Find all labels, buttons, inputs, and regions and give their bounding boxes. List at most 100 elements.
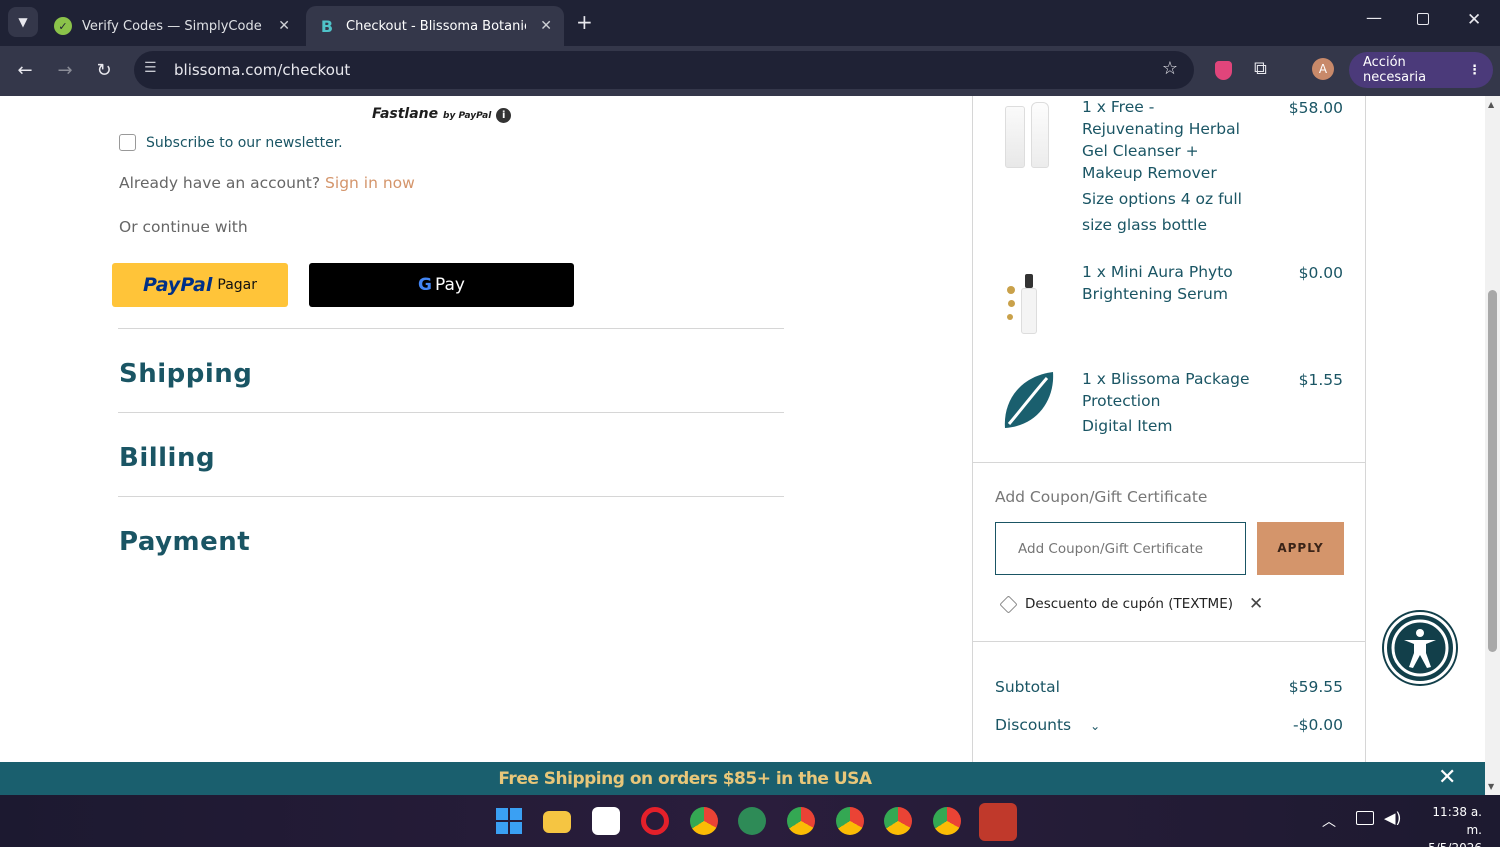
divider — [118, 412, 784, 413]
accessibility-icon[interactable] — [1384, 612, 1456, 684]
subtotal-label: Subtotal — [995, 678, 1060, 696]
chevron-down-icon: ▼ — [18, 15, 28, 29]
simplycodes-icon: ✓ — [54, 17, 72, 35]
item-title: 1 x Mini Aura Phyto Brightening Serum — [1082, 263, 1233, 303]
scroll-up-icon[interactable]: ▲ — [1488, 100, 1494, 109]
divider — [973, 462, 1365, 463]
tab-title: Checkout - Blissoma Botanical E — [346, 18, 526, 34]
item-price: $1.55 — [1298, 371, 1343, 389]
product-image-serum — [1005, 268, 1045, 338]
shipping-banner: Free Shipping on orders $85+ in the USA … — [0, 762, 1485, 795]
star-icon[interactable]: ☆ — [1162, 58, 1178, 79]
chrome-profile-icon[interactable] — [884, 807, 912, 835]
fastlane-logo: Fastlane by PayPal i — [372, 106, 512, 123]
more-vert-icon: ⋮ — [1468, 62, 1481, 78]
action-needed-button[interactable]: Acción necesaria ⋮ — [1349, 52, 1493, 88]
close-icon[interactable]: ✕ — [278, 18, 290, 34]
clock[interactable]: 11:38 a. m. 5/5/2026 — [1418, 803, 1482, 857]
coupon-input[interactable] — [995, 522, 1246, 575]
gpay-label: Pay — [435, 275, 465, 295]
divider — [118, 496, 784, 497]
sign-in-link[interactable]: Sign in now — [325, 174, 415, 192]
toolbar: ← → ↻ ☰ blissoma.com/checkout ☆ ⧉ A Acci… — [0, 46, 1500, 96]
arrow-left-icon: ← — [17, 60, 33, 81]
close-icon[interactable]: ✕ — [1438, 765, 1456, 790]
paypal-pagar-label: Pagar — [217, 277, 257, 293]
paypal-button[interactable]: PayPal Pagar — [112, 263, 288, 307]
arrow-right-icon: → — [57, 60, 73, 81]
restore-button[interactable] — [1417, 13, 1429, 25]
discounts-label: Discounts — [995, 716, 1072, 734]
minimize-button[interactable]: — — [1366, 8, 1382, 27]
newsletter-checkbox[interactable] — [119, 134, 136, 151]
address-bar[interactable]: ☰ blissoma.com/checkout ☆ — [134, 51, 1194, 89]
taskbar: ︿ ◀) 11:38 a. m. 5/5/2026 — [0, 795, 1500, 855]
item-price: $58.00 — [1288, 99, 1343, 117]
reload-icon: ↻ — [96, 60, 112, 81]
action-needed-label: Acción necesaria — [1363, 55, 1427, 85]
tab-search-button[interactable]: ▼ — [8, 7, 38, 37]
network-app-icon[interactable] — [738, 807, 766, 835]
account-prompt-text: Already have an account? — [119, 174, 321, 192]
new-tab-button[interactable]: + — [576, 10, 593, 34]
tray-chevron-icon[interactable]: ︿ — [1322, 811, 1336, 831]
section-billing[interactable]: Billing — [119, 443, 215, 473]
store-icon[interactable] — [592, 807, 620, 835]
url-text: blissoma.com/checkout — [174, 61, 351, 79]
order-summary: 1 x Free - Rejuvenating Herbal Gel Clean… — [972, 96, 1366, 762]
chrome-profile-icon[interactable] — [787, 807, 815, 835]
blissoma-favicon-icon: B — [320, 16, 334, 36]
tab-title: Verify Codes — SimplyCodes — [82, 18, 262, 34]
chrome-profile-icon[interactable] — [836, 807, 864, 835]
checkout-page: Fastlane by PayPal i Subscribe to our ne… — [0, 96, 1485, 762]
file-explorer-icon[interactable] — [543, 811, 571, 833]
chevron-down-icon: ⌄ — [1090, 719, 1101, 733]
tag-icon — [999, 594, 1018, 614]
close-icon[interactable]: ✕ — [540, 18, 552, 34]
tab-bar: ▼ ✓ Verify Codes — SimplyCodes ✕ B Check… — [0, 0, 1500, 46]
back-button[interactable]: ← — [13, 59, 37, 83]
item-price: $0.00 — [1298, 264, 1343, 282]
discounts-toggle[interactable]: Discounts ⌄ — [995, 716, 1100, 734]
volume-icon[interactable]: ◀) — [1384, 809, 1401, 827]
paypal-logo: PayPal — [142, 274, 213, 296]
google-g-icon: G — [418, 275, 432, 295]
scroll-down-icon[interactable]: ▼ — [1488, 782, 1494, 791]
section-shipping[interactable]: Shipping — [119, 359, 252, 389]
app-icon-active[interactable] — [979, 803, 1017, 841]
tab-blissoma[interactable]: B Checkout - Blissoma Botanical E ✕ — [306, 6, 564, 46]
close-window-button[interactable]: ✕ — [1467, 10, 1481, 30]
fastlane-label: Fastlane — [372, 106, 439, 122]
fastlane-by-label: by PayPal — [443, 111, 492, 121]
item-title: 1 x Free - Rejuvenating Herbal Gel Clean… — [1082, 98, 1240, 182]
site-info-icon[interactable]: ☰ — [144, 60, 157, 76]
network-icon[interactable] — [1356, 811, 1374, 825]
coupon-heading: Add Coupon/Gift Certificate — [995, 488, 1208, 506]
chrome-profile-icon[interactable] — [933, 807, 961, 835]
google-pay-button[interactable]: G Pay — [309, 263, 574, 307]
shield-extension-icon[interactable] — [1215, 61, 1232, 80]
reload-button[interactable]: ↻ — [92, 59, 116, 83]
section-payment[interactable]: Payment — [119, 527, 250, 557]
scrollbar-thumb[interactable] — [1488, 290, 1497, 652]
scrollbar[interactable]: ▲ ▼ — [1485, 96, 1500, 795]
blissoma-leaf-icon — [1001, 370, 1055, 430]
date: 5/5/2026 — [1428, 841, 1482, 855]
continue-with-label: Or continue with — [119, 218, 248, 236]
item-option: Digital Item — [1082, 417, 1173, 435]
account-prompt: Already have an account? Sign in now — [119, 174, 415, 192]
windows-start-icon[interactable] — [495, 807, 523, 835]
opera-icon[interactable] — [641, 807, 669, 835]
apply-button[interactable]: APPLY — [1257, 522, 1344, 575]
chrome-icon[interactable] — [690, 807, 718, 835]
time: 11:38 a. m. — [1432, 805, 1482, 837]
avatar[interactable]: A — [1312, 58, 1334, 80]
close-icon[interactable]: ✕ — [1249, 594, 1263, 614]
banner-text: Free Shipping on orders $85+ in the USA — [498, 769, 872, 789]
forward-button[interactable]: → — [53, 59, 77, 83]
item-option: Size options 4 oz full size glass bottle — [1082, 190, 1242, 234]
newsletter-label: Subscribe to our newsletter. — [146, 135, 343, 151]
tab-simplycodes[interactable]: ✓ Verify Codes — SimplyCodes ✕ — [42, 6, 302, 46]
info-icon[interactable]: i — [496, 108, 512, 123]
extensions-icon[interactable]: ⧉ — [1254, 58, 1267, 79]
